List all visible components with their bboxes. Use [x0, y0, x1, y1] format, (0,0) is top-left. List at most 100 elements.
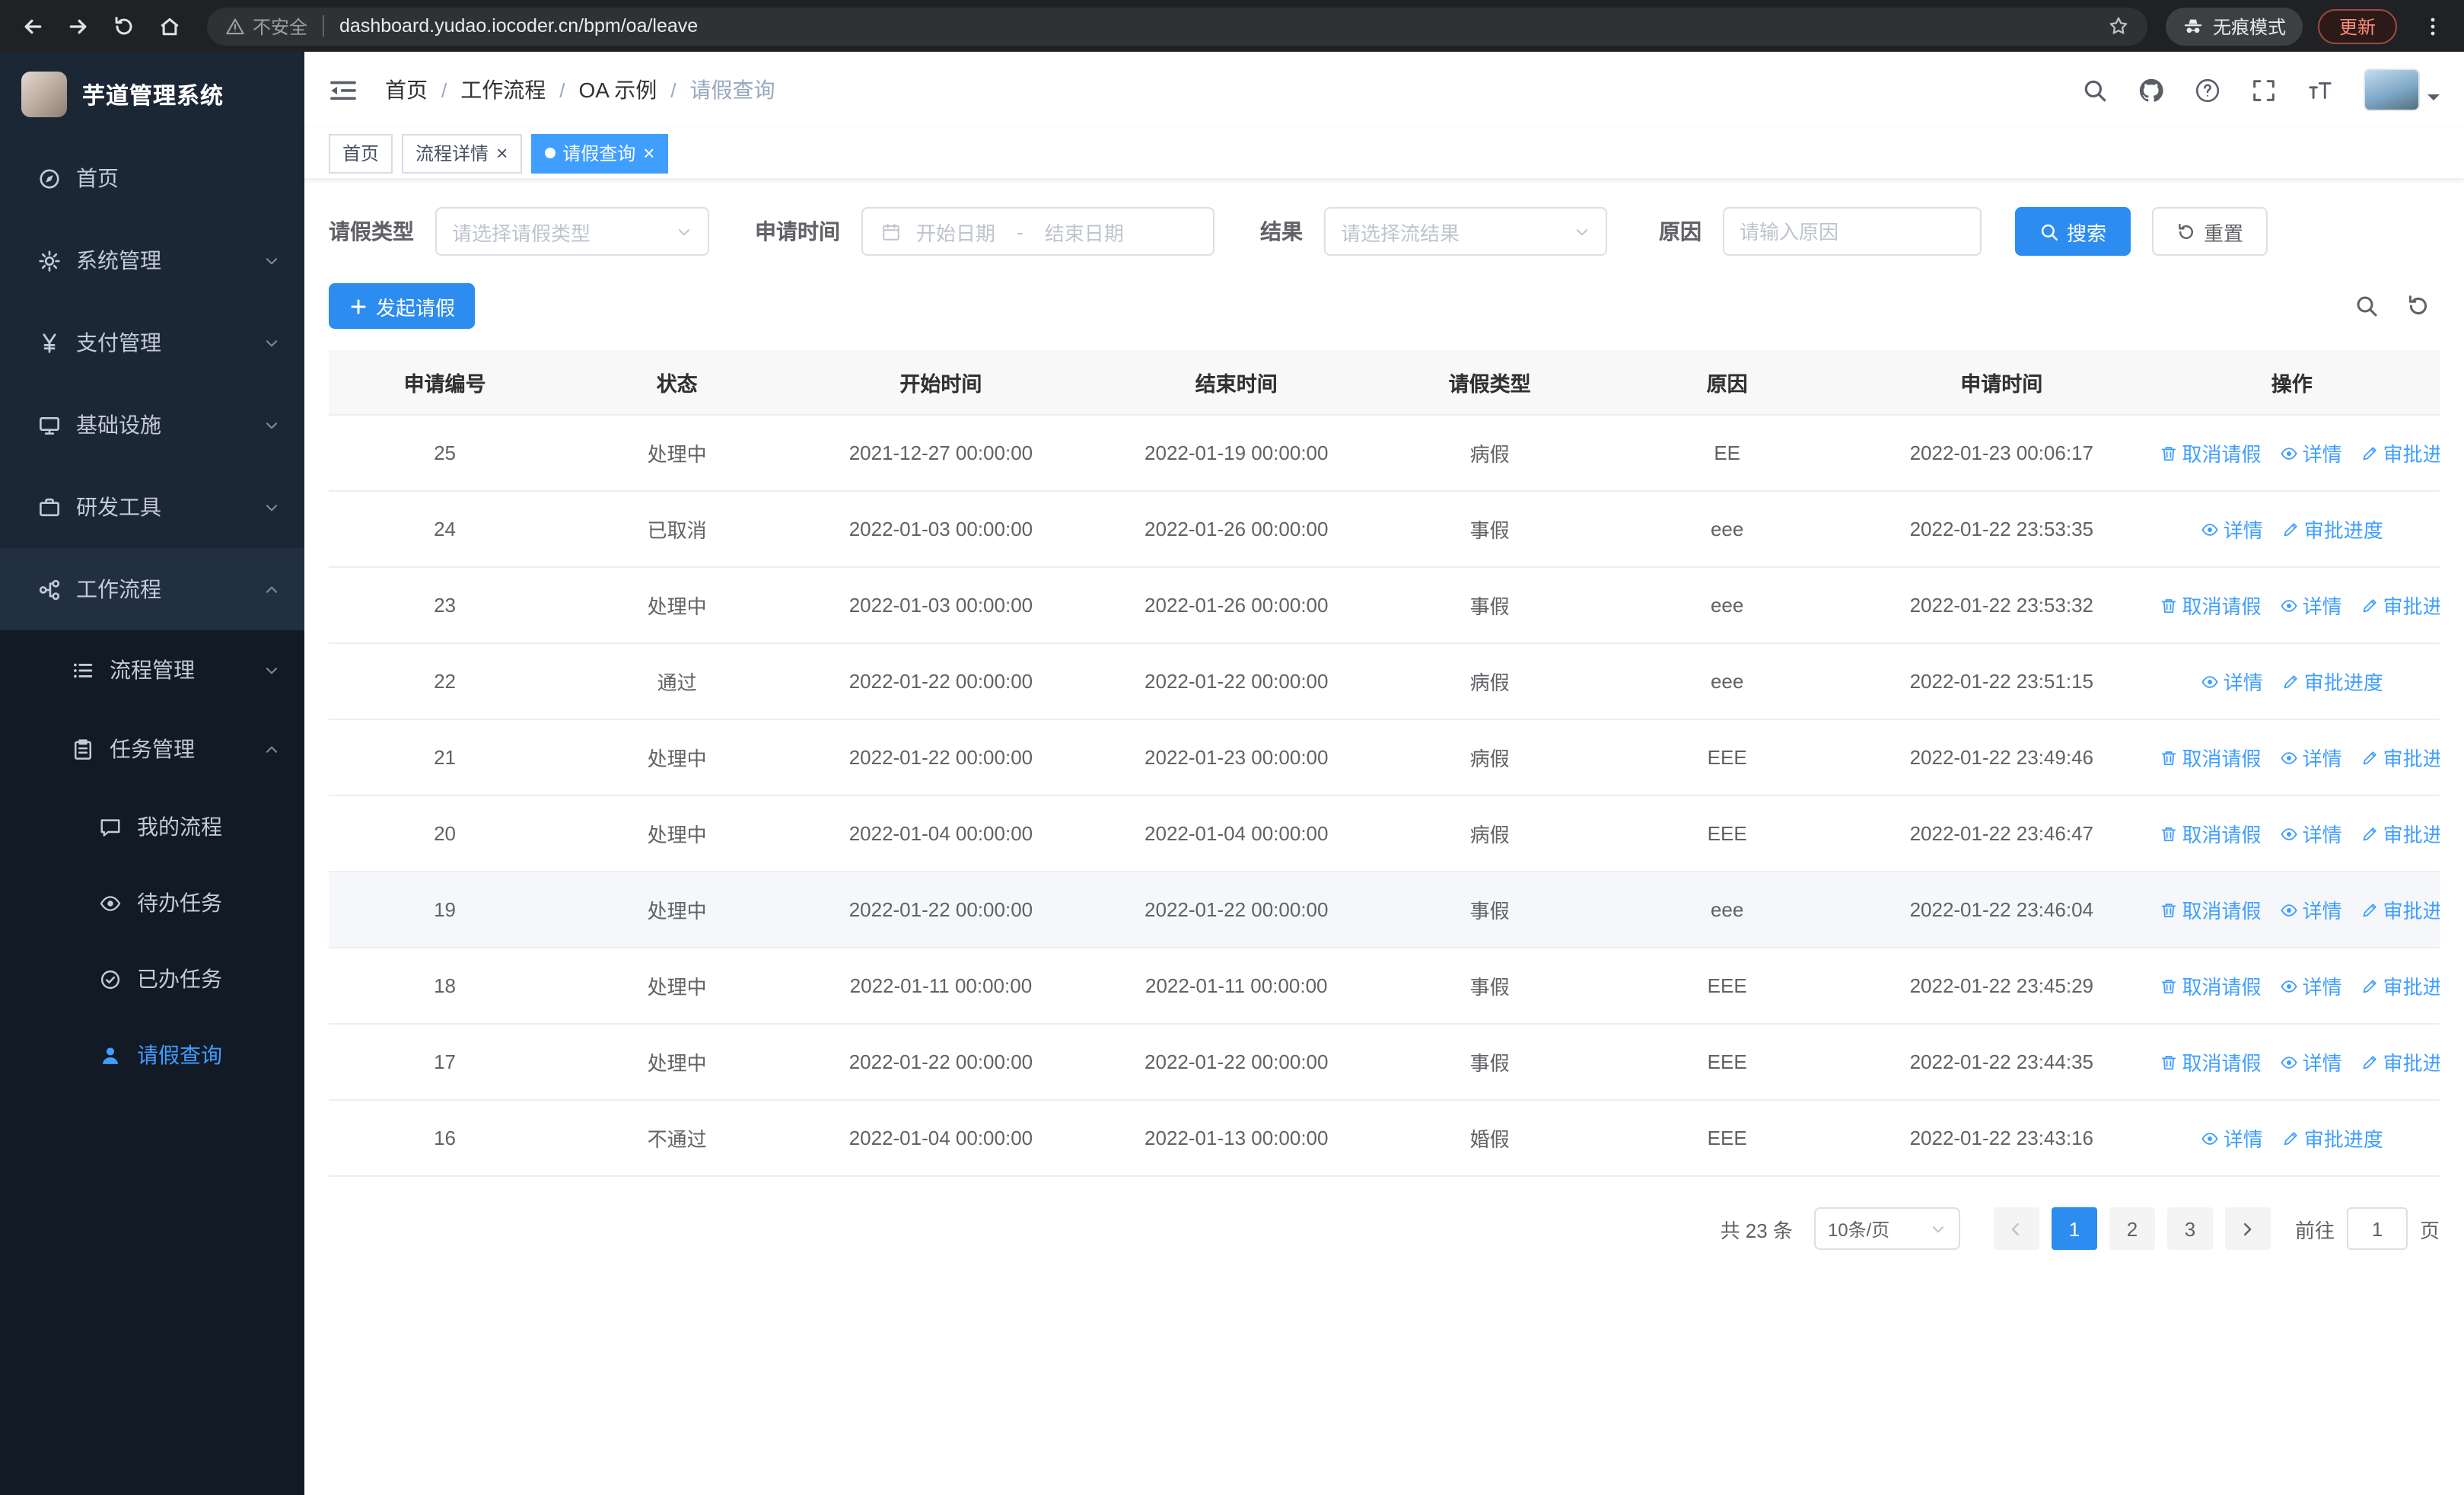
cancel-leave-link[interactable]: 取消请假: [2160, 1047, 2262, 1076]
update-button[interactable]: 更新: [2317, 8, 2397, 43]
approval-progress-link[interactable]: 审批进度: [2361, 438, 2440, 467]
detail-link[interactable]: 详情: [2280, 1047, 2342, 1076]
help-icon[interactable]: [2195, 77, 2220, 103]
browser-reload-button[interactable]: [103, 6, 143, 46]
user-menu[interactable]: [2364, 69, 2440, 111]
toggle-search-icon[interactable]: [2354, 294, 2379, 318]
breadcrumb-item: 请假查询: [689, 78, 775, 102]
browser-menu-icon[interactable]: [2412, 6, 2452, 46]
address-bar[interactable]: 不安全 dashboard.yudao.iocoder.cn/bpm/oa/le…: [207, 7, 2147, 45]
browser-home-button[interactable]: [149, 6, 189, 46]
column-header: 结束时间: [1088, 350, 1384, 416]
cell-applied: 2022-01-23 00:06:17: [1859, 415, 2144, 492]
page-button-2[interactable]: 2: [2109, 1207, 2155, 1250]
approval-progress-link[interactable]: 审批进度: [2281, 667, 2383, 696]
browser-forward-button[interactable]: [58, 6, 97, 46]
cell-end: 2022-01-22 00:00:00: [1088, 872, 1384, 948]
github-icon[interactable]: [2138, 77, 2164, 103]
breadcrumb-item[interactable]: 首页: [385, 75, 428, 105]
cancel-leave-link[interactable]: 取消请假: [2160, 819, 2262, 848]
prev-page-button[interactable]: [1993, 1207, 2039, 1250]
browser-back-button[interactable]: [12, 6, 52, 46]
tab-leave-query[interactable]: 请假查询 ×: [530, 133, 669, 173]
approval-progress-link[interactable]: 审批进度: [2361, 591, 2440, 620]
tab-close-icon[interactable]: ×: [496, 143, 508, 163]
cell-applied: 2022-01-22 23:49:46: [1859, 719, 2144, 796]
goto-page-input[interactable]: [2346, 1207, 2408, 1250]
cell-type: 婚假: [1383, 1100, 1596, 1177]
reset-button[interactable]: 重置: [2152, 207, 2268, 256]
cancel-leave-link[interactable]: 取消请假: [2160, 971, 2262, 1000]
list-icon: [70, 658, 94, 682]
page-size-select[interactable]: 10条/页: [1813, 1207, 1960, 1250]
approval-progress-link[interactable]: 审批进度: [2361, 971, 2440, 1000]
detail-link[interactable]: 详情: [2280, 971, 2342, 1000]
detail-link[interactable]: 详情: [2280, 438, 2342, 467]
sidebar-item-leave-query[interactable]: 请假查询: [0, 1017, 304, 1093]
tab-home[interactable]: 首页: [329, 133, 393, 173]
detail-link[interactable]: 详情: [2201, 667, 2263, 696]
sidebar-item-process-manage[interactable]: 流程管理: [0, 630, 304, 709]
sidebar-item-home[interactable]: 首页: [0, 137, 304, 219]
approval-progress-link[interactable]: 审批进度: [2281, 515, 2383, 543]
apply-time-range-picker[interactable]: 开始日期 - 结束日期: [861, 207, 1214, 256]
app-logo[interactable]: 芋道管理系统: [0, 52, 304, 137]
reason-input[interactable]: [1723, 207, 1982, 256]
bookmark-star-icon[interactable]: [2108, 15, 2129, 37]
page-unit-label: 页: [2419, 1219, 2440, 1242]
cell-reason: eee: [1595, 491, 1860, 568]
sidebar-item-task-manage[interactable]: 任务管理: [0, 709, 304, 789]
cancel-leave-link[interactable]: 取消请假: [2160, 438, 2262, 467]
create-leave-button[interactable]: 发起请假: [329, 283, 476, 329]
sidebar-item-dev-tools[interactable]: 研发工具: [0, 466, 304, 548]
detail-link[interactable]: 详情: [2280, 591, 2342, 620]
search-icon[interactable]: [2082, 77, 2108, 103]
sidebar-item-workflow[interactable]: 工作流程: [0, 548, 304, 630]
breadcrumb-separator: /: [670, 78, 676, 101]
approval-progress-link[interactable]: 审批进度: [2361, 819, 2440, 848]
leave-type-select[interactable]: 请选择请假类型: [435, 207, 709, 256]
table-refresh-icon[interactable]: [2406, 294, 2431, 318]
approval-progress-link[interactable]: 审批进度: [2361, 895, 2440, 924]
sidebar-item-infrastructure[interactable]: 基础设施: [0, 384, 304, 466]
user-avatar: [2364, 69, 2420, 111]
incognito-label: 无痕模式: [2212, 16, 2286, 37]
cell-applied: 2022-01-22 23:53:32: [1859, 567, 2144, 644]
sidebar-item-todo-task[interactable]: 待办任务: [0, 865, 304, 941]
approval-progress-link[interactable]: 审批进度: [2361, 743, 2440, 772]
pen-icon: [2361, 444, 2379, 462]
chat-icon: [97, 814, 122, 839]
next-page-button[interactable]: [2224, 1207, 2271, 1250]
pagination-total: 共 23 条: [1720, 1219, 1793, 1242]
sidebar-toggle-icon[interactable]: [329, 77, 358, 103]
detail-link[interactable]: 详情: [2280, 743, 2342, 772]
sidebar-item-system-manage[interactable]: 系统管理: [0, 219, 304, 301]
cell-actions: 取消请假详情审批进度: [2144, 1024, 2440, 1101]
page-button-1[interactable]: 1: [2051, 1207, 2097, 1250]
tab-process-detail[interactable]: 流程详情 ×: [402, 133, 522, 173]
sidebar-item-my-process[interactable]: 我的流程: [0, 789, 304, 865]
breadcrumb-item[interactable]: 工作流程: [460, 75, 546, 105]
result-select[interactable]: 请选择流结果: [1324, 207, 1607, 256]
pen-icon: [2361, 824, 2379, 843]
search-icon: [2039, 222, 2059, 241]
detail-link[interactable]: 详情: [2201, 1124, 2263, 1152]
cancel-leave-link[interactable]: 取消请假: [2160, 591, 2262, 620]
sidebar-item-done-task[interactable]: 已办任务: [0, 941, 304, 1017]
breadcrumb-item[interactable]: OA 示例: [579, 75, 657, 105]
sidebar-item-payment-manage[interactable]: 支付管理: [0, 301, 304, 384]
tab-close-icon[interactable]: ×: [643, 143, 654, 163]
detail-link[interactable]: 详情: [2280, 819, 2342, 848]
detail-link[interactable]: 详情: [2201, 515, 2263, 543]
search-button[interactable]: 搜索: [2015, 207, 2131, 256]
cell-status: 处理中: [561, 795, 794, 872]
fullscreen-icon[interactable]: [2251, 77, 2277, 103]
cancel-leave-link[interactable]: 取消请假: [2160, 895, 2262, 924]
cancel-leave-link[interactable]: 取消请假: [2160, 743, 2262, 772]
eye-icon: [2201, 1129, 2219, 1147]
approval-progress-link[interactable]: 审批进度: [2361, 1047, 2440, 1076]
approval-progress-link[interactable]: 审批进度: [2281, 1124, 2383, 1152]
detail-link[interactable]: 详情: [2280, 895, 2342, 924]
font-size-icon[interactable]: [2307, 77, 2333, 103]
page-button-3[interactable]: 3: [2166, 1207, 2213, 1250]
